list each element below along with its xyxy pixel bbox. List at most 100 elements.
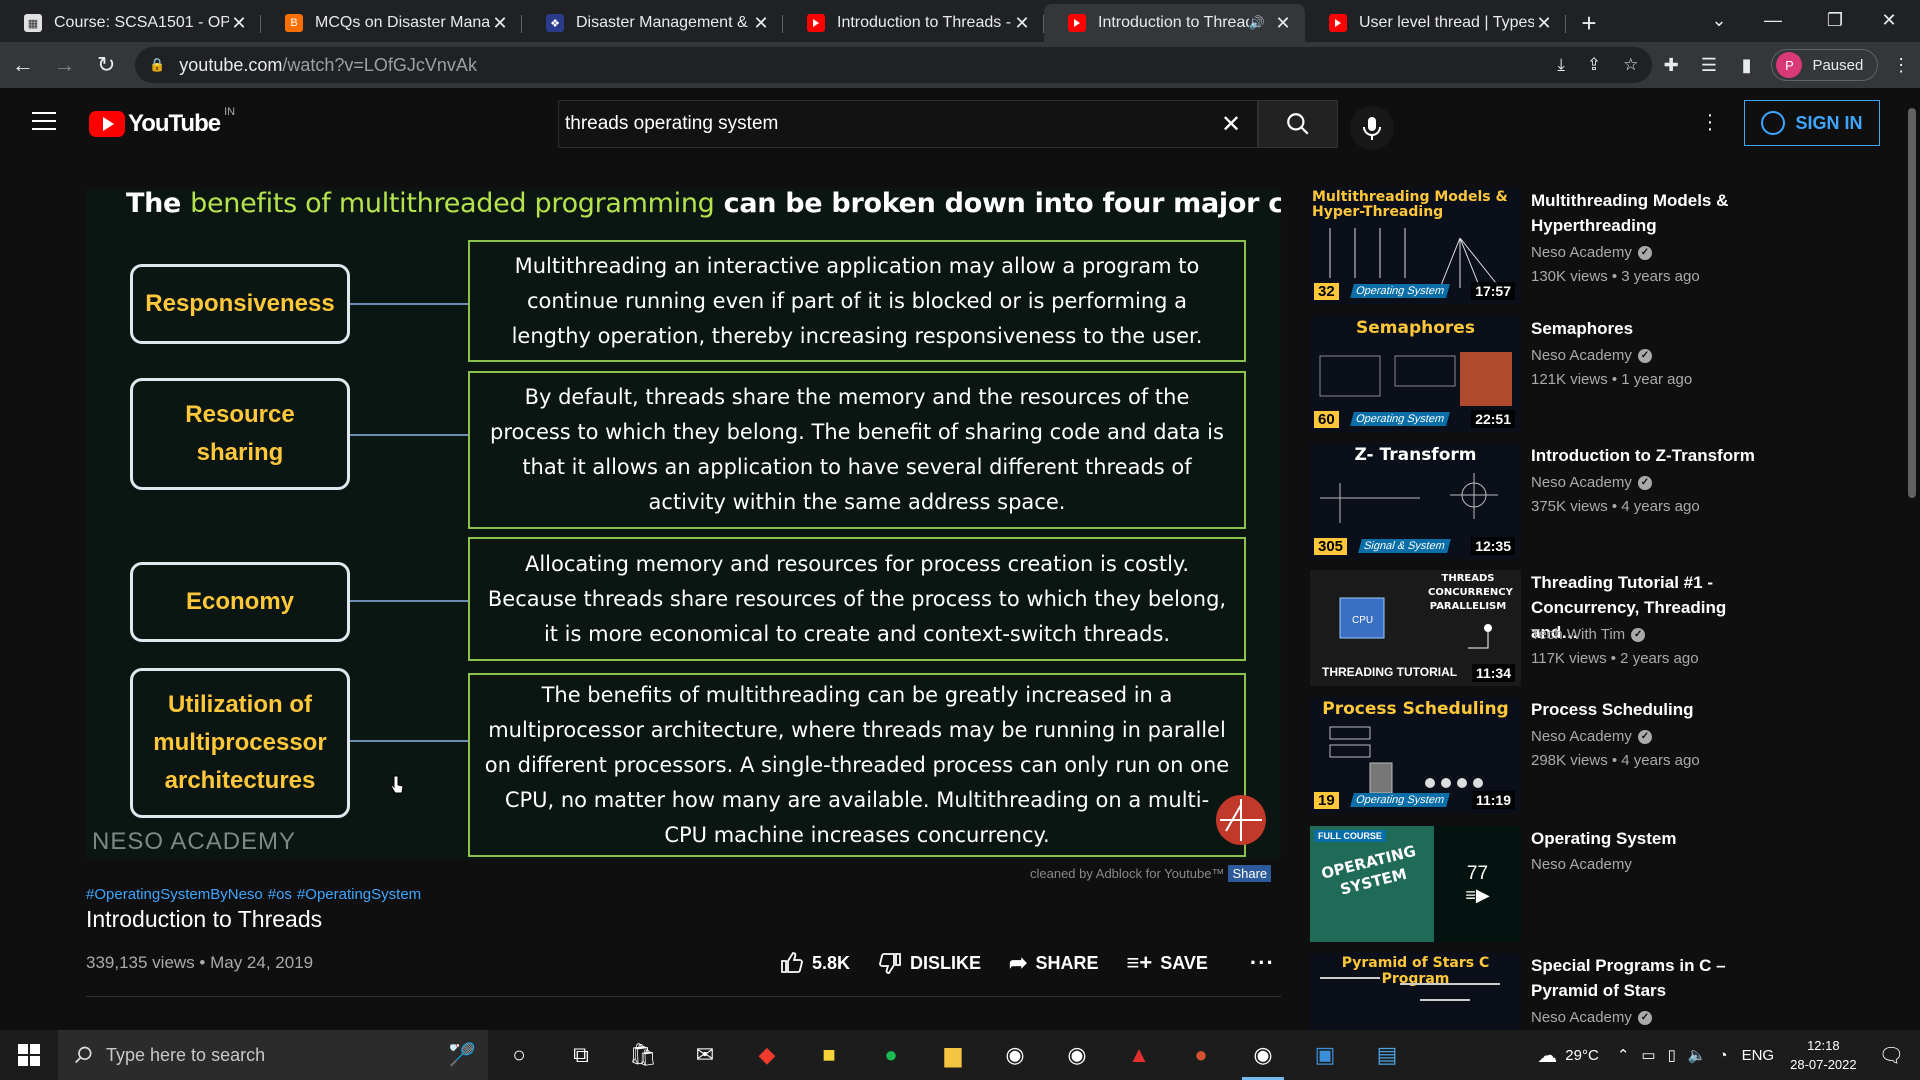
browser-tab[interactable]: ▦ Course: SCSA1501 - OPERA ✕ bbox=[0, 4, 261, 42]
spotify-icon[interactable]: ● bbox=[860, 1030, 922, 1080]
channel-logo-icon[interactable] bbox=[1216, 795, 1266, 845]
back-button[interactable]: ← bbox=[4, 47, 42, 83]
window-close-button[interactable]: ✕ bbox=[1858, 0, 1920, 40]
share-button[interactable]: ➦ SHARE bbox=[1009, 950, 1098, 976]
network-icon[interactable]: ▭ bbox=[1641, 1046, 1655, 1064]
lock-icon[interactable]: 🔒 bbox=[149, 57, 165, 73]
browser-tab[interactable]: User level thread | Types of ✕ bbox=[1305, 4, 1566, 42]
temperature[interactable]: 29°C bbox=[1565, 1047, 1599, 1064]
sign-in-button[interactable]: SIGN IN bbox=[1744, 100, 1880, 146]
close-icon[interactable]: ✕ bbox=[1273, 13, 1293, 34]
wifi-icon[interactable]: ◔ bbox=[1719, 1047, 1728, 1064]
language-indicator[interactable]: ENG bbox=[1742, 1047, 1775, 1064]
channel-name[interactable]: Tech With Tim ✓ bbox=[1531, 626, 1646, 643]
playlist-thumbnail[interactable]: FULL COURSE OPERATING SYSTEM 77 ≡▶ bbox=[1310, 826, 1521, 942]
recommendation-item[interactable]: Process Scheduling 19 Operating System 1… bbox=[1310, 697, 1900, 813]
adblock-share-button[interactable]: Share bbox=[1228, 865, 1272, 882]
sticky-notes-icon[interactable]: ■ bbox=[798, 1030, 860, 1080]
start-button[interactable] bbox=[0, 1030, 58, 1080]
channel-name[interactable]: Neso Academy bbox=[1531, 856, 1632, 873]
recommendation-item[interactable]: Z- Transform 305 Signal & System 12:35 I… bbox=[1310, 443, 1900, 559]
notification-icon[interactable]: 🗨 bbox=[1879, 1043, 1904, 1068]
youtube-logo[interactable]: YouTube IN bbox=[89, 106, 235, 138]
like-button[interactable]: 5.8K bbox=[780, 951, 850, 975]
close-icon[interactable]: ✕ bbox=[1534, 13, 1554, 34]
search-button[interactable] bbox=[1258, 100, 1338, 148]
chevron-up-icon[interactable]: ⌃ bbox=[1617, 1046, 1630, 1064]
video-thumbnail[interactable]: Semaphores 60 Operating System 22:51 bbox=[1310, 316, 1521, 432]
browser-tab[interactable]: B MCQs on Disaster Managem ✕ bbox=[261, 4, 522, 42]
recommendation-item[interactable]: Pyramid of Stars C Program Special Progr… bbox=[1310, 953, 1900, 1030]
file-explorer-icon[interactable]: ▆ bbox=[922, 1030, 984, 1080]
new-tab-button[interactable]: + bbox=[1566, 4, 1612, 42]
channel-name[interactable]: Neso Academy ✓ bbox=[1531, 1009, 1652, 1026]
video-player[interactable]: The benefits of multithreaded programmin… bbox=[86, 188, 1281, 860]
recommendation-title[interactable]: Process Scheduling bbox=[1531, 697, 1771, 722]
battery-icon[interactable]: ▯ bbox=[1668, 1046, 1676, 1064]
video-thumbnail[interactable]: Z- Transform 305 Signal & System 12:35 bbox=[1310, 443, 1521, 559]
browser-tab[interactable]: Introduction to Threads - Y ✕ bbox=[783, 4, 1044, 42]
recommendation-title[interactable]: Multithreading Models & Hyperthreading bbox=[1531, 188, 1771, 238]
channel-name[interactable]: Neso Academy ✓ bbox=[1531, 244, 1652, 261]
side-panel-icon[interactable]: ▮ bbox=[1728, 55, 1766, 76]
recommendation-title[interactable]: Special Programs in C – Pyramid of Stars bbox=[1531, 953, 1771, 1003]
video-thumbnail[interactable]: Process Scheduling 19 Operating System 1… bbox=[1310, 697, 1521, 813]
dislike-button[interactable]: DISLIKE bbox=[878, 951, 981, 975]
media-control-icon[interactable]: ☰ bbox=[1690, 55, 1728, 76]
bookmark-star-icon[interactable]: ☆ bbox=[1623, 55, 1638, 75]
photos-icon[interactable]: ▣ bbox=[1294, 1030, 1356, 1080]
close-icon[interactable]: ✕ bbox=[490, 13, 510, 34]
chrome-icon[interactable]: ◉ bbox=[984, 1030, 1046, 1080]
browser-menu-icon[interactable]: ⋮ bbox=[1882, 55, 1920, 76]
reload-button[interactable]: ↻ bbox=[87, 47, 125, 83]
close-icon[interactable]: ✕ bbox=[229, 13, 249, 34]
powerpoint-icon[interactable]: ● bbox=[1170, 1030, 1232, 1080]
channel-name[interactable]: Neso Academy ✓ bbox=[1531, 474, 1652, 491]
video-thumbnail[interactable]: THREADS CONCURRENCY PARALLELISM CPU THRE… bbox=[1310, 570, 1521, 686]
profile-button[interactable]: P Paused bbox=[1771, 49, 1879, 81]
install-icon[interactable]: ⤓ bbox=[1557, 55, 1565, 75]
extensions-icon[interactable]: ✚ bbox=[1652, 55, 1690, 76]
restore-button[interactable]: ❐ bbox=[1804, 0, 1866, 40]
volume-icon[interactable]: 🔈 bbox=[1688, 1046, 1707, 1064]
mail-icon[interactable]: ✉ bbox=[674, 1030, 736, 1080]
share-icon[interactable]: ⇪ bbox=[1587, 55, 1601, 75]
recommendation-item[interactable]: THREADS CONCURRENCY PARALLELISM CPU THRE… bbox=[1310, 570, 1900, 686]
channel-name[interactable]: Neso Academy ✓ bbox=[1531, 728, 1652, 745]
video-thumbnail[interactable]: Pyramid of Stars C Program bbox=[1310, 953, 1521, 1030]
chrome-active-icon[interactable]: ◉ bbox=[1232, 1030, 1294, 1080]
recommendation-item[interactable]: Multithreading Models & Hyper-Threading … bbox=[1310, 188, 1900, 304]
browser-tab[interactable]: ❖ Disaster Management & Pla ✕ bbox=[522, 4, 783, 42]
recommendation-playlist[interactable]: FULL COURSE OPERATING SYSTEM 77 ≡▶ Opera… bbox=[1310, 826, 1900, 942]
browser-tab-active[interactable]: Introduction to Thread 🔊 ✕ bbox=[1044, 4, 1305, 42]
chrome-profile-icon[interactable]: ◉ bbox=[1046, 1030, 1108, 1080]
task-view-icon[interactable]: ⧉ bbox=[550, 1030, 612, 1080]
tab-search-icon[interactable]: ⌄ bbox=[1688, 0, 1750, 40]
weather-icon[interactable]: ☁ bbox=[1537, 1043, 1557, 1068]
minimize-button[interactable]: — bbox=[1742, 0, 1804, 40]
recommendation-title[interactable]: Semaphores bbox=[1531, 316, 1771, 341]
settings-kebab-icon[interactable]: · · · bbox=[1700, 105, 1720, 139]
hashtag-link[interactable]: #OperatingSystem bbox=[297, 886, 421, 903]
hamburger-menu-icon[interactable] bbox=[32, 112, 56, 130]
clear-search-icon[interactable]: ✕ bbox=[1211, 110, 1251, 139]
voice-search-button[interactable] bbox=[1350, 106, 1394, 150]
store-icon[interactable]: 🛍 bbox=[612, 1030, 674, 1080]
video-thumbnail[interactable]: Multithreading Models & Hyper-Threading … bbox=[1310, 188, 1521, 304]
cortana-icon[interactable]: ○ bbox=[488, 1030, 550, 1080]
speaker-icon[interactable]: 🔊 bbox=[1249, 15, 1265, 31]
taskbar-search[interactable]: Type here to search 🏸 bbox=[58, 1030, 488, 1080]
clock[interactable]: 12:18 28-07-2022 bbox=[1790, 1036, 1857, 1074]
acrobat-icon[interactable]: ▲ bbox=[1108, 1030, 1170, 1080]
search-input[interactable] bbox=[565, 113, 1211, 135]
hashtag-link[interactable]: #os bbox=[268, 886, 292, 903]
page-scrollbar[interactable] bbox=[1904, 88, 1920, 1030]
recommendation-title[interactable]: Introduction to Z-Transform bbox=[1531, 443, 1771, 468]
url-bar[interactable]: 🔒 youtube.com/watch?v=LOfGJcVnvAk ⤓ ⇪ ☆ bbox=[135, 47, 1653, 83]
save-button[interactable]: ≡+ SAVE bbox=[1127, 950, 1208, 976]
close-icon[interactable]: ✕ bbox=[1012, 13, 1032, 34]
more-actions-icon[interactable]: ··· bbox=[1250, 950, 1275, 976]
close-icon[interactable]: ✕ bbox=[751, 13, 771, 34]
recommendation-item[interactable]: Semaphores 60 Operating System 22:51 Sem… bbox=[1310, 316, 1900, 432]
hashtag-link[interactable]: #OperatingSystemByNeso bbox=[86, 886, 263, 903]
